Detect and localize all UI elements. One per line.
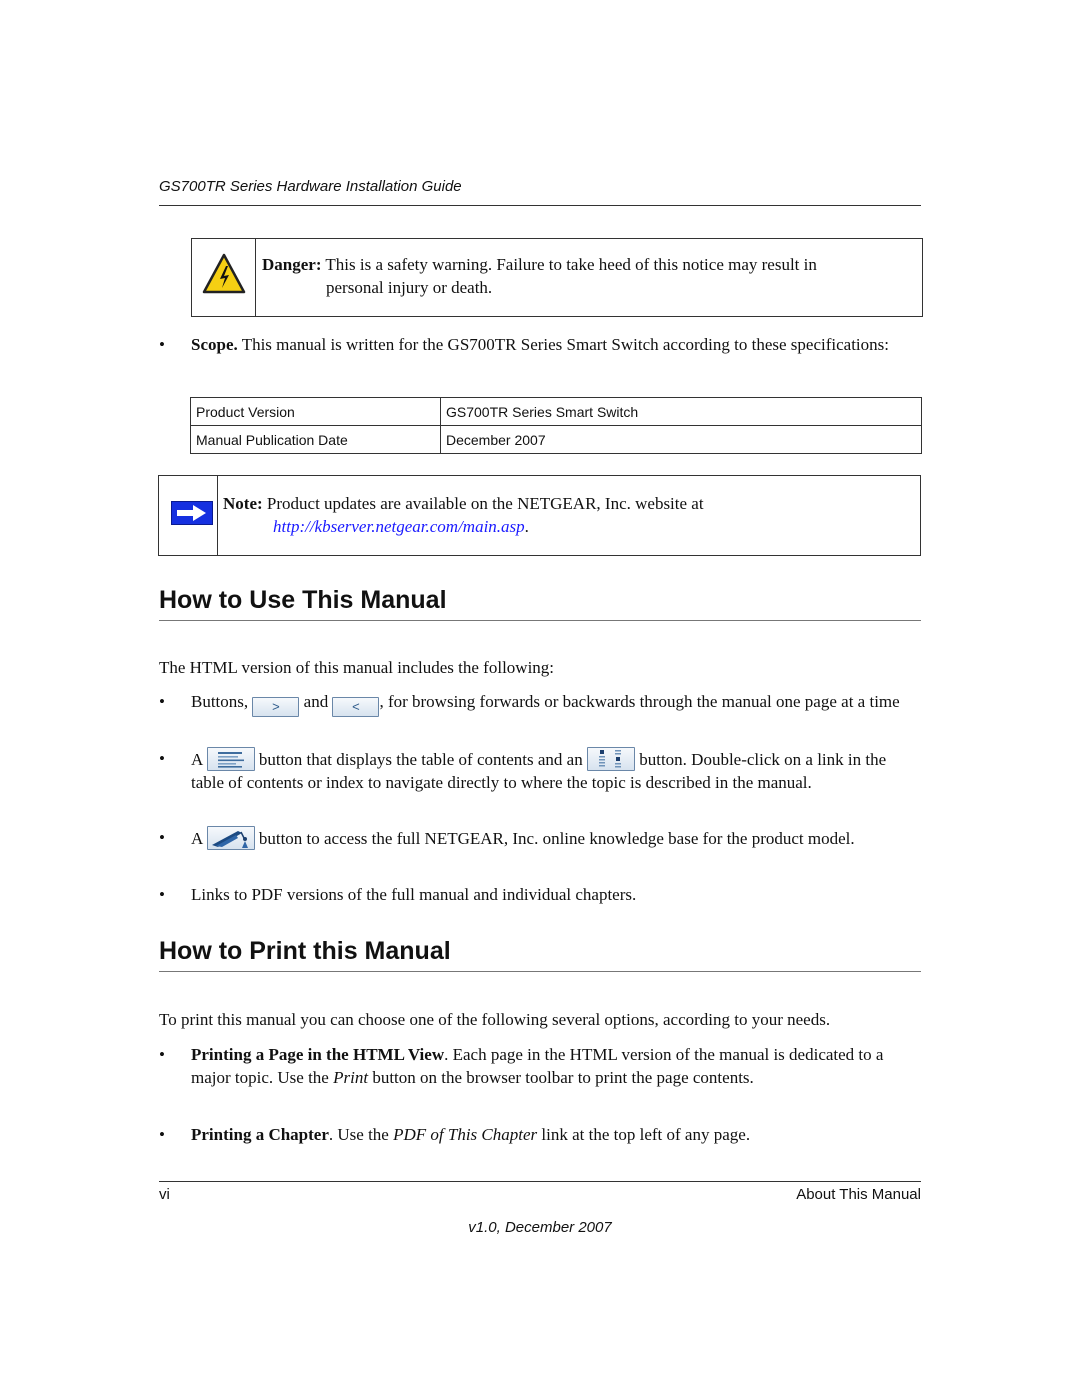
bullet-text: and bbox=[299, 692, 333, 711]
note-text: Note: Product updates are available on t… bbox=[223, 492, 913, 538]
bullet-text: button that displays the table of conten… bbox=[254, 750, 587, 769]
danger-callout: Danger: This is a safety warning. Failur… bbox=[191, 238, 923, 317]
bullet-bold: Printing a Page in the HTML View bbox=[191, 1045, 445, 1064]
header-rule bbox=[159, 205, 921, 206]
index-icon bbox=[598, 750, 621, 768]
bullet-bold: Printing a Chapter bbox=[191, 1125, 329, 1144]
print-bullet-html-page: • Printing a Page in the HTML View. Each… bbox=[159, 1043, 921, 1089]
print-bullet-chapter: • Printing a Chapter. Use the PDF of Thi… bbox=[159, 1123, 921, 1146]
kbserver-link[interactable]: http://kbserver.netgear.com/main.asp bbox=[273, 517, 525, 536]
bullet-italic: PDF of This Chapter bbox=[393, 1125, 538, 1144]
spec-value: GS700TR Series Smart Switch bbox=[440, 397, 922, 426]
use-bullet-nav-buttons: • Buttons, > and <, for browsing forward… bbox=[159, 690, 921, 717]
danger-text: Danger: This is a safety warning. Failur… bbox=[262, 253, 912, 299]
danger-line1: This is a safety warning. Failure to tak… bbox=[321, 255, 817, 274]
bullet-text: Links to PDF versions of the full manual… bbox=[191, 885, 637, 904]
danger-icon-cell bbox=[192, 239, 256, 316]
note-label: Note: bbox=[223, 494, 263, 513]
table-row: Manual Publication Date December 2007 bbox=[190, 425, 922, 454]
running-header: GS700TR Series Hardware Installation Gui… bbox=[159, 178, 462, 195]
section-heading-use: How to Use This Manual bbox=[159, 586, 447, 614]
bullet-dot: • bbox=[159, 828, 165, 847]
knowledge-base-button[interactable] bbox=[206, 826, 255, 850]
index-button[interactable] bbox=[586, 747, 635, 771]
section-rule bbox=[159, 620, 921, 621]
bullet-text: button to access the full NETGEAR, Inc. … bbox=[254, 829, 855, 848]
right-arrow-note-icon bbox=[171, 501, 213, 530]
bullet-dot: • bbox=[159, 1045, 165, 1064]
bullet-text: , for browsing forwards or backwards thr… bbox=[379, 692, 900, 711]
use-bullet-pdf-links: • Links to PDF versions of the full manu… bbox=[159, 883, 921, 906]
spec-key: Manual Publication Date bbox=[190, 425, 441, 454]
next-page-button[interactable]: > bbox=[252, 697, 300, 717]
note-icon-cell bbox=[159, 476, 218, 555]
note-callout: Note: Product updates are available on t… bbox=[158, 475, 921, 556]
bullet-text: button on the browser toolbar to print t… bbox=[368, 1068, 754, 1087]
section-heading-print: How to Print this Manual bbox=[159, 937, 451, 965]
electrical-hazard-warning-icon bbox=[202, 253, 246, 300]
bullet-text: . Use the bbox=[328, 1125, 394, 1144]
spec-value: December 2007 bbox=[440, 425, 922, 454]
print-intro: To print this manual you can choose one … bbox=[159, 1010, 831, 1029]
scope-label: Scope. bbox=[191, 335, 238, 354]
note-line1: Product updates are available on the NET… bbox=[262, 494, 704, 513]
previous-page-button[interactable]: < bbox=[332, 697, 380, 717]
bullet-text: Buttons, bbox=[191, 692, 253, 711]
footer-version: v1.0, December 2007 bbox=[468, 1219, 612, 1236]
bullet-italic: Print bbox=[333, 1068, 369, 1087]
use-bullet-toc-index: • A button that displays the table of co… bbox=[159, 747, 921, 794]
bullet-dot: • bbox=[159, 692, 165, 711]
knowledge-base-icon bbox=[211, 831, 248, 848]
page-number: vi bbox=[159, 1186, 170, 1203]
footer-section-title: About This Manual bbox=[796, 1186, 921, 1203]
table-row: Product Version GS700TR Series Smart Swi… bbox=[190, 397, 922, 426]
bullet-text: link at the top left of any page. bbox=[537, 1125, 751, 1144]
note-after-link: . bbox=[524, 517, 529, 536]
danger-label: Danger: bbox=[262, 255, 322, 274]
bullet-dot: • bbox=[159, 335, 165, 354]
table-of-contents-icon bbox=[217, 752, 244, 768]
bullet-dot: • bbox=[159, 885, 165, 904]
bullet-dot: • bbox=[159, 1125, 165, 1144]
spec-key: Product Version bbox=[190, 397, 441, 426]
section-rule bbox=[159, 971, 921, 972]
table-of-contents-button[interactable] bbox=[206, 747, 255, 771]
bullet-text: A bbox=[191, 750, 207, 769]
scope-text: This manual is written for the GS700TR S… bbox=[237, 335, 889, 354]
bullet-dot: • bbox=[159, 749, 165, 768]
bullet-text: A bbox=[191, 829, 207, 848]
use-intro: The HTML version of this manual includes… bbox=[159, 658, 555, 677]
danger-line2: personal injury or death. bbox=[326, 278, 493, 297]
use-bullet-knowledge-base: • A button to access the full NETGEAR, I… bbox=[159, 826, 921, 850]
spec-table: Product Version GS700TR Series Smart Swi… bbox=[190, 397, 922, 454]
footer-rule bbox=[159, 1181, 921, 1182]
scope-bullet: • Scope. This manual is written for the … bbox=[159, 333, 921, 356]
